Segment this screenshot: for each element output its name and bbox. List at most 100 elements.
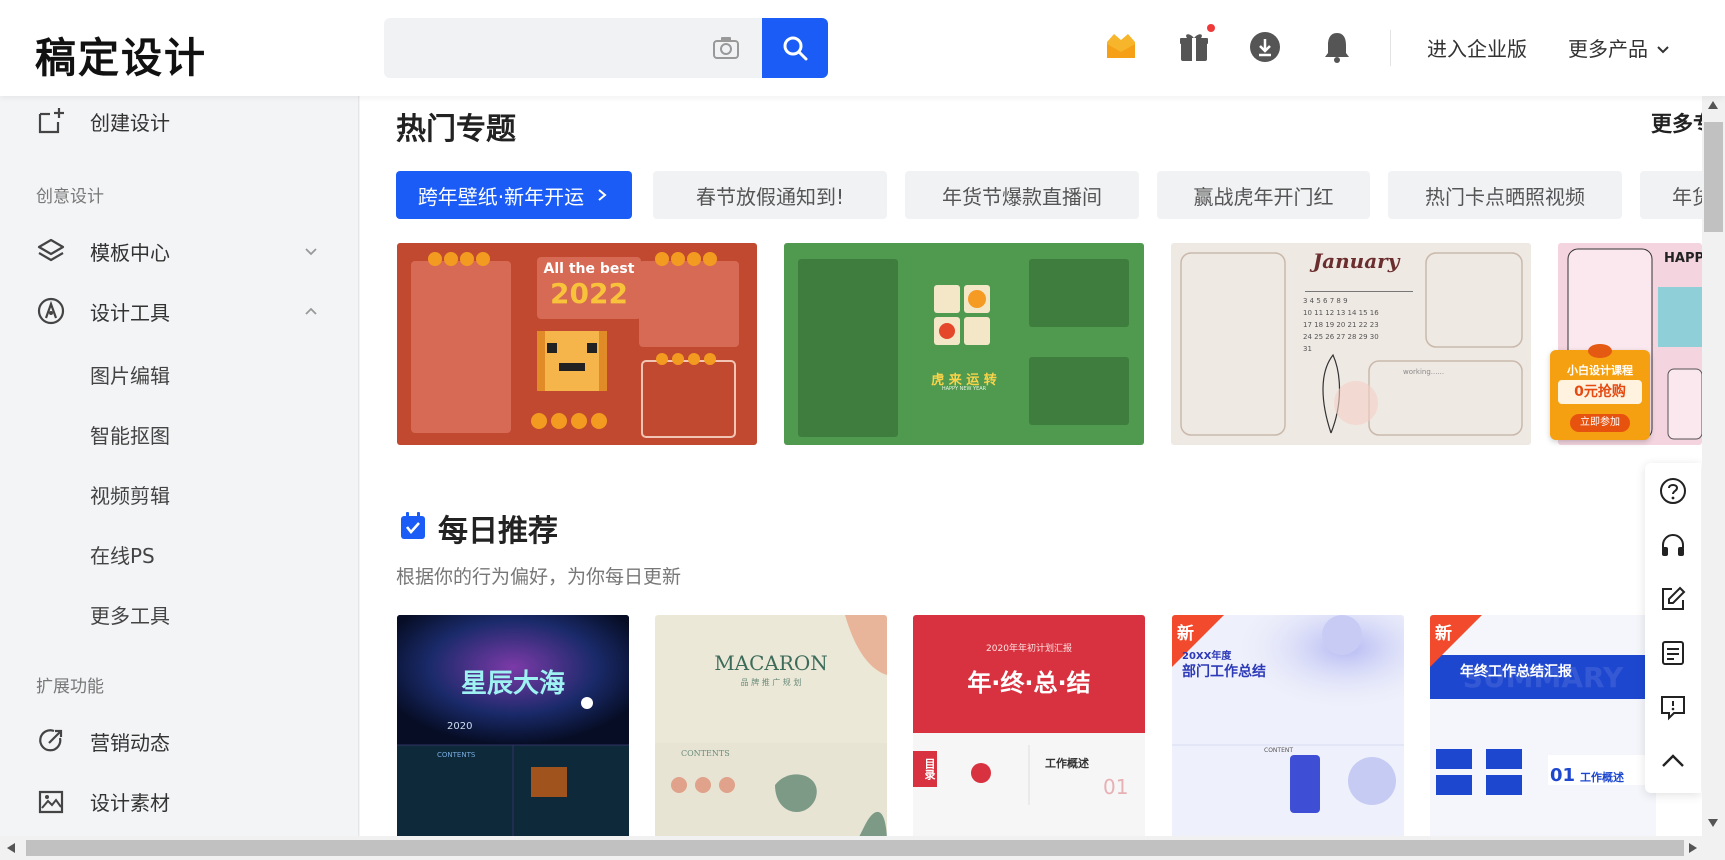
header-divider — [1390, 30, 1391, 66]
bell-icon[interactable] — [1320, 30, 1354, 64]
feedback-edit-icon[interactable] — [1658, 584, 1688, 614]
layers-icon — [37, 238, 65, 262]
sidebar-item-create[interactable]: 创建设计 — [0, 96, 359, 146]
sidebar-item-materials[interactable]: 设计素材 — [0, 776, 359, 826]
tool-video-edit[interactable]: 视频剪辑 — [90, 480, 170, 509]
card-contents: CONTENTS — [681, 749, 730, 758]
document-icon[interactable] — [1658, 638, 1688, 668]
vip-crown-icon[interactable] — [1104, 30, 1138, 64]
tag-item[interactable]: 赢战虎年开门红 — [1157, 171, 1370, 219]
calendar-check-icon — [401, 512, 425, 539]
tag-item[interactable]: 跨年壁纸·新年开运 — [396, 171, 632, 219]
template-card[interactable]: 星辰大海 2020 CONTENTS — [397, 615, 629, 836]
sidebar-item-label: 设计工具 — [90, 300, 170, 325]
card-contents: CONTENT — [1264, 747, 1294, 754]
card-section: 工作概述 — [1045, 757, 1089, 770]
sidebar-item-marketing[interactable]: 营销动态 — [0, 716, 359, 766]
image-folder-icon — [38, 790, 64, 814]
scroll-up-arrow-icon[interactable] — [1707, 100, 1719, 110]
create-design-icon — [38, 108, 64, 134]
card-sub: 2020 — [447, 721, 473, 732]
template-card[interactable]: 2020年年初计划汇报 年·终·总·结 目录 工作概述 01 — [913, 615, 1145, 836]
card-contents: CONTENTS — [437, 751, 476, 759]
template-card[interactable]: 新 20XX年度 部门工作总结 CONTENT — [1172, 615, 1404, 836]
search-input[interactable] — [384, 18, 734, 78]
tag-item[interactable]: 热门卡点晒照视频 — [1388, 171, 1622, 219]
download-icon[interactable] — [1248, 30, 1282, 64]
template-card[interactable]: SUMMARY 新 年终工作总结汇报 01 工作概述 — [1430, 615, 1656, 836]
new-badge-label: 新 — [1177, 624, 1194, 644]
thumb-title: HAPPY — [1664, 251, 1702, 266]
card-ribbon: 目录 — [913, 751, 937, 787]
sidebar-item-label: 营销动态 — [90, 730, 170, 755]
svg-text:31: 31 — [1303, 345, 1312, 353]
gift-icon[interactable] — [1177, 30, 1211, 64]
svg-text:3 4 5 6 7 8 9: 3 4 5 6 7 8 9 — [1303, 297, 1348, 305]
promo-title: 小白设计课程 — [1567, 364, 1633, 377]
floating-toolbar — [1645, 463, 1701, 793]
marketing-icon — [39, 729, 63, 752]
svg-text:24 25 26 27 28 29 30: 24 25 26 27 28 29 30 — [1303, 333, 1379, 341]
space-theme-art — [397, 615, 629, 836]
card-section: 工作概述 — [1580, 771, 1624, 784]
thumb-sub: HAPPY NEW YEAR — [941, 386, 987, 392]
logo[interactable]: 稿定设计 — [35, 24, 207, 84]
chevron-right-icon — [598, 189, 607, 201]
tag-item[interactable]: 年货节爆款直播间 — [905, 171, 1139, 219]
camera-icon[interactable] — [712, 35, 740, 61]
more-topics-link[interactable]: 更多专题 — [1651, 108, 1702, 138]
promo-button[interactable]: 立即参加 — [1570, 414, 1630, 432]
enterprise-link[interactable]: 进入企业版 — [1427, 33, 1527, 62]
tool-online-ps[interactable]: 在线PS — [90, 540, 155, 569]
card-sub: 20XX年度 — [1182, 651, 1232, 662]
tool-more[interactable]: 更多工具 — [90, 600, 170, 629]
svg-text:17 18 19 20 21 22 23: 17 18 19 20 21 22 23 — [1303, 321, 1379, 329]
card-sub: 2020年年初计划汇报 — [986, 644, 1072, 654]
new-badge-label: 新 — [1435, 624, 1452, 644]
help-icon[interactable] — [1658, 476, 1688, 506]
notification-dot — [1207, 24, 1215, 32]
sidebar-item-label: 模板中心 — [90, 240, 170, 265]
promo-price: 0元抢购 — [1558, 380, 1642, 404]
top-header: 稿定设计 进入企业版 更多产品 — [0, 0, 1725, 96]
chevron-up-icon — [305, 307, 317, 315]
scroll-down-arrow-icon[interactable] — [1707, 818, 1719, 828]
macaron-theme-art — [655, 615, 887, 836]
thumb-year: 2022 — [550, 277, 628, 310]
scroll-left-arrow-icon[interactable] — [6, 842, 16, 854]
sidebar-item-label: 设计素材 — [90, 790, 170, 815]
more-products-label: 更多产品 — [1568, 37, 1648, 61]
course-promo[interactable]: 小白设计课程 0元抢购 立即参加 — [1550, 344, 1650, 440]
pen-tool-icon — [37, 297, 65, 325]
main-content: 热门专题 更多专题 跨年壁纸·新年开运 春节放假通知到! 年货节爆款直播间 赢战… — [360, 96, 1702, 836]
vertical-scroll-thumb[interactable] — [1704, 122, 1723, 232]
section-creative: 创意设计 — [36, 187, 104, 207]
hot-topics-title: 热门专题 — [396, 112, 516, 147]
search-bar — [384, 18, 828, 78]
promo-badge — [1588, 344, 1612, 358]
template-card[interactable]: MACARON 品 牌 推 广 规 划 CONTENTS — [655, 615, 887, 836]
thumb-month: January — [1312, 249, 1400, 273]
sidebar: 创建设计 创意设计 模板中心 设计工具 图片编辑 智能抠图 视频剪辑 在线PS … — [0, 96, 359, 836]
search-button[interactable] — [762, 18, 828, 78]
topic-thumbnail[interactable]: All the best 2022 — [397, 243, 757, 445]
more-products-menu[interactable]: 更多产品 — [1568, 33, 1670, 62]
search-icon — [783, 36, 808, 61]
card-title: 年·终·总·结 — [967, 669, 1091, 697]
topic-thumbnail[interactable]: 虎 来 运 转 HAPPY NEW YEAR — [784, 243, 1144, 445]
tag-item[interactable]: 年货 — [1640, 171, 1702, 219]
thumb-note: working...... — [1403, 368, 1445, 376]
back-to-top-icon[interactable] — [1658, 746, 1688, 776]
scroll-right-arrow-icon[interactable] — [1688, 842, 1698, 854]
tag-item[interactable]: 春节放假通知到! — [653, 171, 887, 219]
horizontal-scroll-thumb[interactable] — [26, 840, 1684, 856]
report-icon[interactable] — [1658, 692, 1688, 722]
sidebar-item-templates[interactable]: 模板中心 — [0, 226, 359, 276]
topic-thumbnail[interactable]: 3 4 5 6 7 8 9 10 11 12 13 14 15 16 17 18… — [1171, 243, 1531, 445]
tool-smart-cutout[interactable]: 智能抠图 — [90, 420, 170, 449]
headset-icon[interactable] — [1658, 530, 1688, 560]
card-title: MACARON — [714, 651, 828, 675]
svg-text:10 11 12 13 14 15 16: 10 11 12 13 14 15 16 — [1303, 309, 1379, 317]
tool-image-edit[interactable]: 图片编辑 — [90, 360, 170, 389]
sidebar-item-design-tools[interactable]: 设计工具 — [0, 286, 359, 336]
